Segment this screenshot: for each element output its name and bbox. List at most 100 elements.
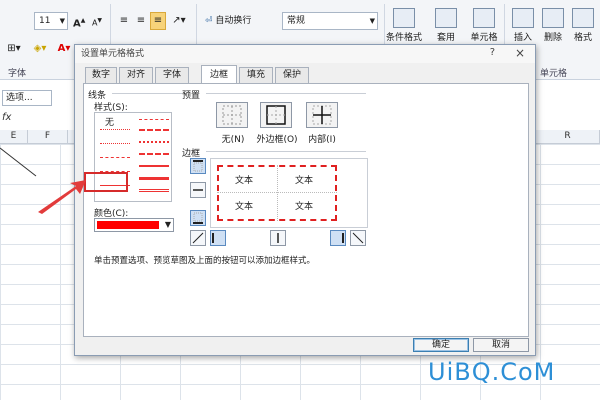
preview-text: 文本	[235, 176, 254, 186]
close-icon[interactable]: ×	[515, 46, 525, 60]
shrink-font-button[interactable]: A▼	[90, 12, 104, 30]
insert-button[interactable]: 插入	[508, 8, 538, 43]
font-size-select[interactable]: 11 ▼	[34, 12, 68, 30]
style-none-label[interactable]: 无	[105, 115, 114, 128]
group-label-cells: 单元格	[540, 69, 568, 79]
align-bottom-button[interactable]: ≡	[150, 12, 166, 30]
align-top-button[interactable]: ≡	[116, 12, 132, 30]
table-icon	[435, 8, 457, 28]
preset-group-label: 预置	[182, 91, 201, 101]
cell-style-button[interactable]: 单元格	[466, 8, 502, 43]
no-border-icon	[222, 105, 242, 125]
tab-alignment[interactable]: 对齐	[119, 67, 153, 83]
name-box[interactable]: 选项...	[2, 90, 52, 106]
diagonal-border-line	[0, 147, 37, 177]
tab-protection[interactable]: 保护	[275, 67, 309, 83]
diagonal-up-button[interactable]	[190, 230, 206, 246]
line-style-option[interactable]	[100, 129, 130, 130]
border-top-button[interactable]	[190, 158, 206, 174]
font-color-button[interactable]: A▾	[54, 40, 74, 58]
line-style-option[interactable]	[139, 141, 169, 143]
border-button[interactable]: ⊞▾	[4, 40, 24, 58]
preview-text: 文本	[295, 202, 314, 212]
divider	[206, 93, 366, 94]
color-swatch	[97, 221, 159, 229]
line-style-option[interactable]	[139, 119, 169, 120]
dialog-title: 设置单元格格式	[75, 45, 535, 63]
help-icon[interactable]: ?	[490, 47, 495, 58]
border-left-button[interactable]	[210, 230, 226, 246]
border-bottom-icon	[193, 212, 203, 224]
border-center-button[interactable]	[270, 230, 286, 246]
number-format-select[interactable]: 常规 ▼	[282, 12, 378, 30]
divider	[206, 151, 366, 152]
line-style-option[interactable]	[139, 129, 169, 131]
fill-color-button[interactable]: ◈▾	[30, 40, 50, 58]
annotation-arrow-icon	[38, 180, 86, 214]
preset-outline-label: 外边框(O)	[256, 135, 298, 145]
ok-button[interactable]: 确定	[413, 338, 469, 352]
border-right-button[interactable]	[330, 230, 346, 246]
format-button[interactable]: 格式	[568, 8, 598, 43]
tab-border[interactable]: 边框	[201, 65, 237, 83]
preset-inside-button[interactable]	[306, 102, 338, 128]
orientation-button[interactable]: ↗▾	[168, 12, 190, 30]
line-style-option[interactable]	[139, 189, 169, 192]
preview-text: 文本	[235, 202, 254, 212]
border-panel: 线条 样式(S): 无 颜色(C): ▼ 预置 无(N) 外边框(O) 内部(I…	[83, 83, 529, 337]
inside-border-icon	[312, 105, 332, 125]
tab-font[interactable]: 字体	[155, 67, 189, 83]
group-label-font: 字体	[8, 69, 27, 79]
wrap-text-button[interactable]: ⏎ 自动换行	[204, 12, 276, 30]
fx-icon[interactable]: fx	[2, 112, 22, 126]
conditional-format-icon	[393, 8, 415, 28]
border-center-icon	[277, 233, 279, 243]
preset-inside-label: 内部(I)	[308, 135, 336, 145]
insert-icon	[512, 8, 534, 28]
divider	[112, 93, 182, 94]
preview-inner-horizontal	[217, 192, 337, 193]
line-style-option[interactable]	[139, 153, 169, 155]
watermark-logo: UiBQ.CoM	[428, 358, 556, 386]
border-bottom-button[interactable]	[190, 210, 206, 226]
diagonal-down-button[interactable]	[350, 230, 366, 246]
column-header-f[interactable]: F	[28, 130, 68, 144]
grow-font-button[interactable]: A▲	[72, 12, 86, 30]
cell-style-icon	[473, 8, 495, 28]
table-format-button[interactable]: 套用	[428, 8, 464, 43]
preset-outline-button[interactable]	[260, 102, 292, 128]
diagonal-up-icon	[192, 232, 204, 244]
hint-text: 单击预置选项、预览草图及上面的按钮可以添加边框样式。	[94, 256, 316, 266]
border-preview-area[interactable]: 文本 文本 文本 文本	[210, 158, 368, 228]
font-size-value: 11	[39, 16, 51, 26]
chevron-down-icon: ▼	[369, 17, 375, 25]
preset-none-label: 无(N)	[221, 135, 245, 145]
line-style-option[interactable]	[139, 165, 169, 167]
line-style-option[interactable]	[100, 143, 130, 144]
wrap-icon: ⏎	[205, 16, 213, 26]
preset-none-button[interactable]	[216, 102, 248, 128]
highlight-frame	[84, 172, 128, 192]
line-style-option[interactable]	[100, 157, 130, 158]
column-header-r[interactable]: R	[536, 130, 600, 144]
line-style-option[interactable]	[139, 177, 169, 180]
color-select[interactable]: ▼	[94, 218, 174, 232]
conditional-format-button[interactable]: 条件格式	[386, 8, 422, 43]
chevron-down-icon: ▼	[164, 220, 171, 229]
column-header-e[interactable]: E	[0, 130, 28, 144]
border-right-icon	[342, 233, 344, 243]
cancel-button[interactable]: 取消	[473, 338, 529, 352]
delete-icon	[542, 8, 564, 28]
tab-fill[interactable]: 填充	[239, 67, 273, 83]
border-top-icon	[193, 160, 203, 172]
border-middle-button[interactable]	[190, 182, 206, 198]
delete-button[interactable]: 删除	[538, 8, 568, 43]
preview-text: 文本	[295, 176, 314, 186]
preview-inner-vertical	[277, 165, 278, 221]
outline-border-icon	[266, 105, 286, 125]
tab-number[interactable]: 数字	[85, 67, 117, 83]
chevron-down-icon: ▼	[59, 17, 65, 25]
format-icon	[572, 8, 594, 28]
border-left-icon	[212, 233, 214, 243]
align-middle-button[interactable]: ≡	[133, 12, 149, 30]
